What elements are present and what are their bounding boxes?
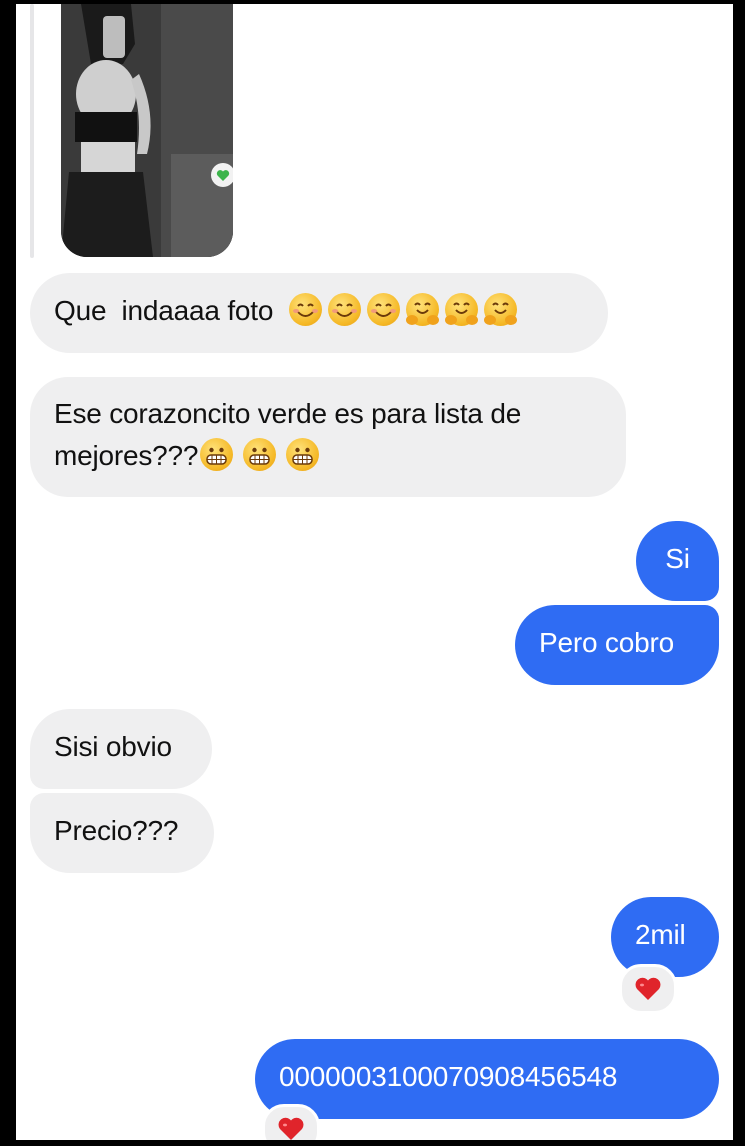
reply-indicator-bar xyxy=(30,4,34,258)
message-bubble-incoming[interactable]: Precio??? xyxy=(30,793,214,873)
message-text: Que indaaaa foto xyxy=(54,295,274,326)
message-reaction[interactable] xyxy=(262,1104,320,1140)
photo-image xyxy=(61,4,233,257)
message-bubble-outgoing[interactable]: Si xyxy=(636,521,719,601)
message-text: 2mil xyxy=(635,919,686,950)
message-bubble-outgoing[interactable]: 0000003100070908456548 xyxy=(255,1039,719,1119)
message-text: 0000003100070908456548 xyxy=(279,1061,618,1092)
grimacing-face-icon xyxy=(200,438,234,471)
chat-screen: Que indaaaa foto Ese corazoncito verde e… xyxy=(16,4,733,1140)
message-bubble-incoming[interactable]: Que indaaaa foto xyxy=(30,273,608,353)
message-reaction[interactable] xyxy=(619,964,677,1014)
message-text-line: Ese corazoncito verde es para lista de xyxy=(54,398,522,429)
message-text: Sisi obvio xyxy=(54,731,172,762)
green-heart-icon xyxy=(211,163,233,187)
message-text-line: mejores??? xyxy=(54,440,199,471)
red-heart-icon xyxy=(278,1117,304,1140)
smiling-face-icon xyxy=(288,293,322,326)
message-text: Precio??? xyxy=(54,815,179,846)
replied-photo[interactable] xyxy=(61,4,233,257)
hugging-face-icon xyxy=(405,293,439,326)
message-bubble-outgoing[interactable]: 2mil xyxy=(611,897,719,977)
message-text: Pero cobro xyxy=(539,627,674,658)
smiling-face-icon xyxy=(327,293,361,326)
message-bubble-outgoing[interactable]: Pero cobro xyxy=(515,605,719,685)
hugging-face-icon xyxy=(483,293,517,326)
grimacing-face-icon xyxy=(286,438,320,471)
grimacing-face-icon xyxy=(243,438,277,471)
message-bubble-incoming[interactable]: Ese corazoncito verde es para lista de m… xyxy=(30,377,626,497)
hugging-face-icon xyxy=(444,293,478,326)
red-heart-icon xyxy=(635,977,661,1000)
smiling-face-icon xyxy=(366,293,400,326)
message-bubble-incoming[interactable]: Sisi obvio xyxy=(30,709,212,789)
message-text: Si xyxy=(665,543,690,574)
